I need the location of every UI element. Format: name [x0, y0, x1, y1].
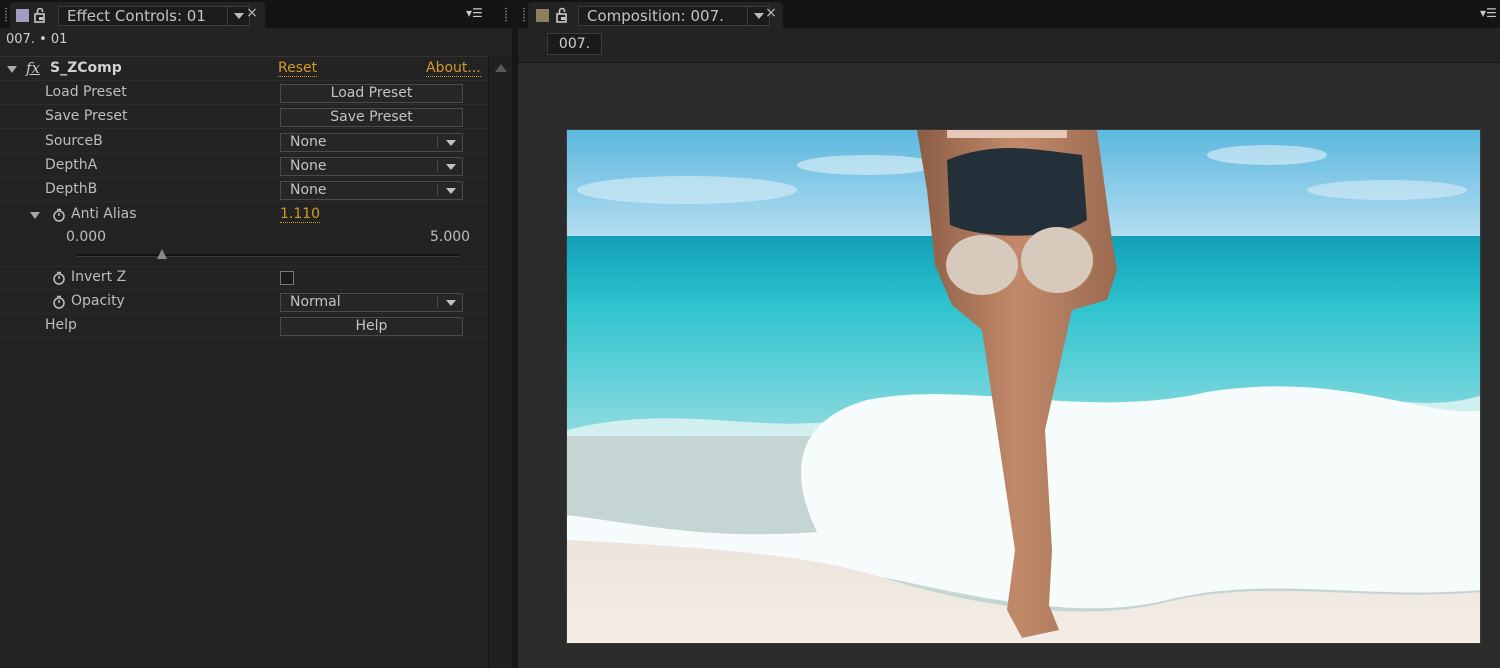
param-label: Save Preset	[45, 108, 128, 124]
effect-header[interactable]: fx S_ZComp Reset About...	[0, 57, 488, 81]
effect-name: S_ZComp	[50, 60, 122, 76]
divider	[437, 185, 438, 196]
divider	[437, 297, 438, 308]
divider	[437, 161, 438, 172]
opacity-select[interactable]: Normal	[280, 293, 463, 312]
param-sourceb: SourceB None	[0, 130, 488, 154]
panel-grip-handle[interactable]	[504, 7, 508, 22]
panel-menu-icon[interactable]: ▾☰	[466, 6, 484, 20]
param-label: Invert Z	[71, 269, 127, 285]
tab-title-text: Effect Controls: 01	[67, 7, 206, 25]
effect-controls-tab[interactable]: Effect Controls: 01	[10, 2, 265, 28]
fx-icon[interactable]: fx	[26, 59, 40, 77]
param-deptha: DepthA None	[0, 154, 488, 178]
about-link[interactable]: About...	[426, 60, 481, 77]
chevron-down-icon	[446, 164, 456, 170]
save-preset-button[interactable]: Save Preset	[280, 108, 463, 127]
close-icon[interactable]: ×	[764, 5, 778, 21]
close-icon[interactable]: ×	[245, 5, 259, 21]
composition-tab[interactable]: Composition: 007.	[528, 2, 783, 28]
composition-title[interactable]: Composition: 007.	[578, 6, 770, 26]
panel-menu-icon[interactable]: ▾☰	[1480, 6, 1498, 20]
composition-viewer[interactable]	[518, 62, 1500, 668]
select-value: Normal	[290, 294, 341, 310]
slider-max-label: 5.000	[430, 229, 471, 245]
stopwatch-icon[interactable]	[52, 271, 66, 285]
scroll-up-icon[interactable]	[495, 64, 507, 72]
chevron-down-icon	[446, 140, 456, 146]
param-depthb: DepthB None	[0, 178, 488, 202]
param-label: Opacity	[71, 293, 125, 309]
param-label: SourceB	[45, 133, 103, 149]
stopwatch-icon[interactable]	[52, 295, 66, 309]
slider-thumb[interactable]	[156, 249, 167, 259]
param-label: Anti Alias	[71, 206, 137, 222]
layer-path: 007. • 01	[6, 32, 68, 47]
param-invert-z: Invert Z	[0, 266, 488, 290]
effect-list: fx S_ZComp Reset About... Load Preset Lo…	[0, 56, 488, 668]
composition-frame[interactable]	[566, 129, 1481, 644]
param-label: Load Preset	[45, 84, 127, 100]
depthb-select[interactable]: None	[280, 181, 463, 200]
param-load-preset: Load Preset Load Preset	[0, 81, 488, 105]
effect-scrollbar[interactable]	[488, 56, 512, 668]
param-help: Help Help	[0, 314, 488, 338]
twirl-down-icon[interactable]	[7, 66, 17, 73]
effect-controls-panel: Effect Controls: 01 × ▾☰ 007. • 01 fx S_…	[0, 0, 512, 668]
chevron-down-icon	[446, 300, 456, 306]
label-color-swatch	[16, 9, 29, 22]
twirl-down-icon[interactable]	[30, 212, 40, 219]
help-button[interactable]: Help	[280, 317, 463, 336]
load-preset-button[interactable]: Load Preset	[280, 84, 463, 103]
reset-link[interactable]: Reset	[278, 60, 318, 77]
param-label: Help	[45, 317, 77, 333]
select-value: None	[290, 134, 327, 150]
anti-alias-slider-row: 0.000 5.000	[0, 229, 488, 267]
select-value: None	[290, 158, 327, 174]
composition-panel: Composition: 007. × ▾☰ 007.	[518, 0, 1500, 668]
slider-min-label: 0.000	[66, 229, 107, 245]
anti-alias-slider[interactable]	[77, 249, 459, 259]
stopwatch-icon[interactable]	[52, 208, 66, 222]
beach-photo	[567, 130, 1480, 643]
invert-z-checkbox[interactable]	[280, 271, 294, 285]
anti-alias-value[interactable]: 1.110	[280, 206, 321, 223]
effect-controls-title[interactable]: Effect Controls: 01	[58, 6, 250, 26]
label-color-swatch	[536, 9, 549, 22]
composition-tabbar: Composition: 007. × ▾☰	[518, 0, 1500, 28]
divider	[437, 137, 438, 148]
composition-flowchart-chip[interactable]: 007.	[547, 33, 602, 55]
tab-title-text: Composition: 007.	[587, 7, 724, 25]
lock-icon[interactable]	[556, 7, 570, 23]
param-anti-alias: Anti Alias 1.110	[0, 203, 488, 227]
sourceb-select[interactable]: None	[280, 133, 463, 152]
param-label: DepthB	[45, 181, 98, 197]
chevron-down-icon	[446, 188, 456, 194]
lock-icon[interactable]	[34, 7, 48, 23]
effect-controls-tabbar: Effect Controls: 01 × ▾☰	[0, 0, 512, 28]
param-save-preset: Save Preset Save Preset	[0, 105, 488, 129]
select-value: None	[290, 182, 327, 198]
param-opacity: Opacity Normal	[0, 290, 488, 314]
panel-grip-handle[interactable]	[522, 7, 526, 22]
panel-grip-handle[interactable]	[4, 7, 8, 22]
deptha-select[interactable]: None	[280, 157, 463, 176]
param-label: DepthA	[45, 157, 98, 173]
